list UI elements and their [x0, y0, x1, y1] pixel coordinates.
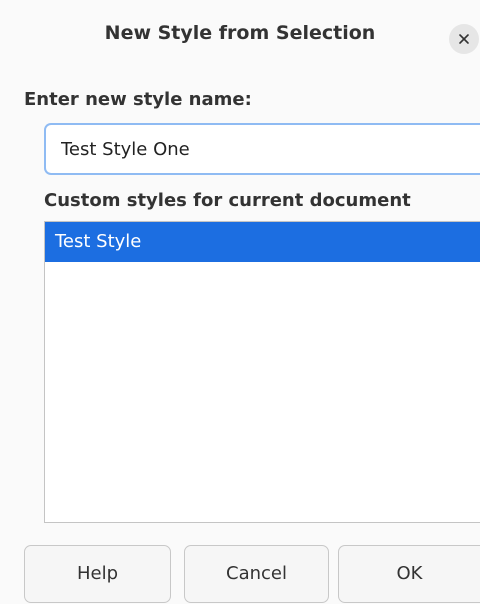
ok-button[interactable]: OK	[338, 545, 480, 603]
dialog-title: New Style from Selection	[104, 22, 376, 44]
new-style-dialog: New Style from Selection Enter new style…	[0, 0, 480, 604]
title-bar[interactable]: New Style from Selection	[0, 0, 480, 78]
help-button[interactable]: Help	[24, 545, 171, 603]
custom-styles-list[interactable]: Test Style	[44, 221, 480, 523]
style-name-input[interactable]	[44, 123, 480, 175]
cancel-button[interactable]: Cancel	[184, 545, 329, 603]
custom-styles-label: Custom styles for current document	[44, 190, 411, 211]
close-icon	[458, 33, 470, 45]
list-item[interactable]: Test Style	[45, 222, 480, 262]
style-name-label: Enter new style name:	[24, 89, 252, 110]
close-button[interactable]	[449, 24, 479, 54]
